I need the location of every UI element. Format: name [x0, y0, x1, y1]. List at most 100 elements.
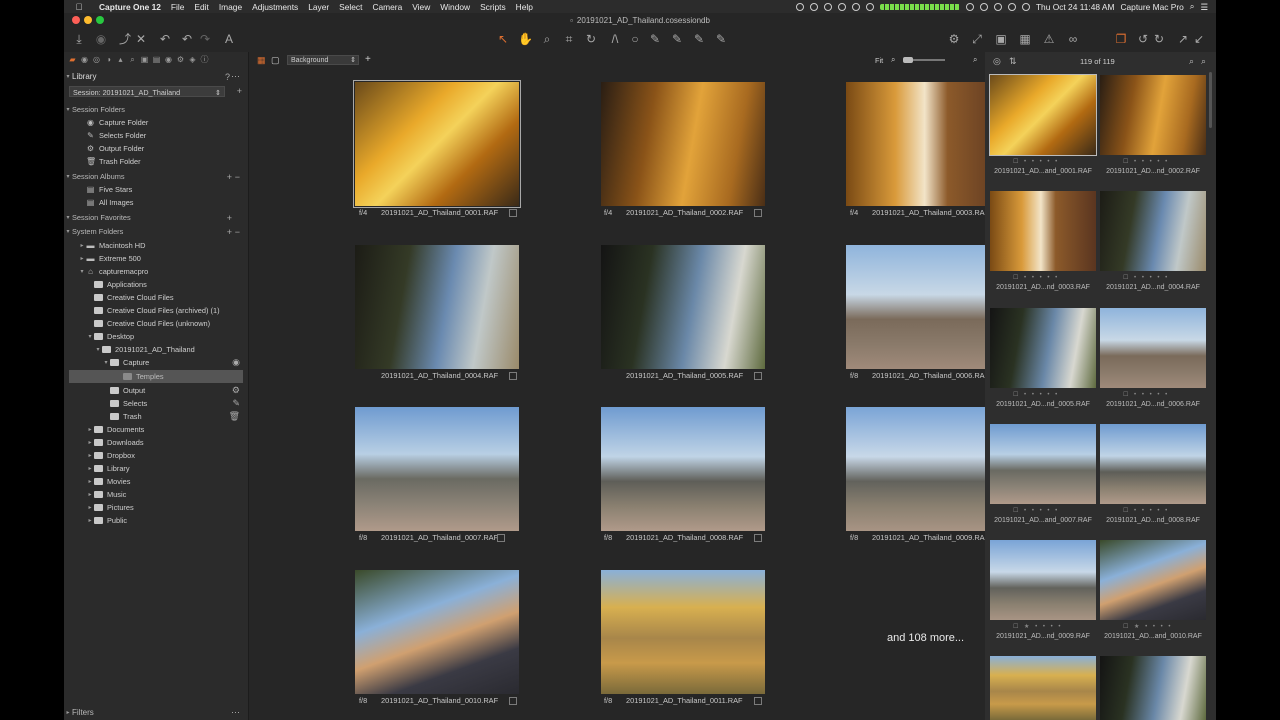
rating-stars[interactable]: ☐ • • • • • [1123, 158, 1169, 165]
record-status-icon[interactable] [809, 2, 818, 11]
apply-icon[interactable]: ↻ [1152, 32, 1166, 46]
batch-tab-icon[interactable]: ◈ [188, 55, 197, 64]
rating-stars[interactable]: ☐ • • • • • [1123, 274, 1169, 281]
background-select[interactable]: Background ⇕ [287, 55, 359, 65]
tree-extreme-500[interactable]: ▸ ▬ Extreme 500 [64, 252, 248, 265]
tree-applications[interactable]: Applications [64, 278, 248, 291]
menu-window[interactable]: Window [435, 2, 475, 12]
session-favorites-header[interactable]: ▾ Session Favorites + [64, 211, 248, 224]
undo-icon[interactable]: ↶ [158, 32, 172, 46]
proof-icon[interactable]: ▣ [994, 32, 1008, 46]
collapse-icon[interactable]: ▾ [64, 228, 72, 235]
collapse-icon[interactable]: ▾ [64, 73, 72, 80]
info-tab-icon[interactable]: ⓘ [200, 55, 209, 64]
rating-stars[interactable]: ☐ ★ • • • • [1013, 623, 1063, 630]
chevron-down-icon[interactable]: ▾ [78, 268, 86, 275]
tree-selects[interactable]: Selects ✎ [64, 397, 248, 410]
session-select[interactable]: Session: 20191021_AD_Thailand ⇕ [69, 86, 225, 97]
slider-handle[interactable] [903, 57, 913, 63]
shield-status-icon[interactable] [851, 2, 860, 11]
tree-trash[interactable]: Trash 🗑 [64, 410, 248, 423]
select-checkbox[interactable] [754, 372, 762, 380]
tree-output[interactable]: Output ⚙ [64, 384, 248, 397]
menu-select[interactable]: Select [334, 2, 367, 12]
remove-album-icon[interactable]: − [235, 172, 240, 182]
chevron-right-icon[interactable]: ▸ [86, 504, 94, 511]
scrollbar[interactable] [1209, 72, 1212, 128]
copy-adjustments-icon[interactable]: ❐ [1114, 32, 1128, 46]
chevron-down-icon[interactable]: ▾ [94, 346, 102, 353]
menu-edit[interactable]: Edit [189, 2, 213, 12]
menu-layer[interactable]: Layer [303, 2, 334, 12]
filmstrip-thumb-0008[interactable] [1100, 424, 1206, 504]
menu-file[interactable]: File [166, 2, 190, 12]
thumbnail-0010[interactable] [355, 570, 519, 694]
library-tab-icon[interactable]: ▰ [68, 55, 77, 64]
menu-clock[interactable]: Thu Oct 24 11:48 AM [1036, 2, 1115, 12]
select-checkbox[interactable] [754, 697, 762, 705]
undo-history-icon[interactable]: ↶ [180, 32, 194, 46]
add-folder-icon[interactable]: + [227, 227, 232, 237]
menu-app[interactable]: Capture One 12 [94, 2, 166, 12]
import-icon[interactable]: ⤓ [72, 32, 86, 46]
brush-tool-icon[interactable]: ✎ [670, 32, 684, 46]
session-folder-trash[interactable]: 🗑 Trash Folder [64, 155, 248, 168]
warning-icon[interactable]: ⚠ [1042, 32, 1056, 46]
thumbnail-0005[interactable] [601, 245, 765, 369]
menu-list-icon[interactable]: ☰ [1200, 2, 1208, 12]
filmstrip-thumb-0004[interactable] [1100, 191, 1206, 271]
rating-stars[interactable]: ☐ • • • • • [1013, 158, 1059, 165]
select-checkbox[interactable] [509, 209, 517, 217]
sort-icon[interactable]: ⇅ [1009, 56, 1017, 67]
chevron-right-icon[interactable]: ▸ [64, 709, 72, 716]
collapse-icon[interactable]: ▾ [64, 106, 72, 113]
redo-icon[interactable]: ↷ [198, 32, 212, 46]
fullscreen-icon[interactable]: ⤢ [970, 32, 984, 46]
filmstrip-thumb-0007[interactable] [990, 424, 1096, 504]
cpu-meter-icon[interactable] [879, 3, 960, 10]
chevron-right-icon[interactable]: ▸ [78, 255, 86, 262]
thumbnail-0011[interactable] [601, 570, 765, 694]
zoom-fit-label[interactable]: Fit [875, 56, 883, 65]
menu-image[interactable]: Image [214, 2, 247, 12]
select-checkbox[interactable] [754, 209, 762, 217]
metadata-tab-icon[interactable]: ◉ [164, 55, 173, 64]
search-icon[interactable]: ⌕ [973, 55, 977, 65]
select-checkbox[interactable] [509, 372, 517, 380]
filmstrip-thumb-0001[interactable] [989, 74, 1097, 156]
add-favorite-icon[interactable]: + [227, 213, 232, 223]
tree-documents[interactable]: ▸ Documents [64, 423, 248, 436]
battery-icon[interactable] [1021, 2, 1030, 11]
tree-macintosh-hd[interactable]: ▸ ▬ Macintosh HD [64, 239, 248, 252]
select-checkbox[interactable] [509, 697, 517, 705]
eye-icon[interactable]: ◎ [993, 56, 1001, 67]
grid-icon[interactable]: ▦ [1018, 32, 1032, 46]
spotlight-icon[interactable]: ⌕ [1190, 1, 1195, 12]
reset-icon[interactable]: ↺ [1136, 32, 1150, 46]
tree-creative-cloud[interactable]: Creative Cloud Files [64, 291, 248, 304]
tree-capture[interactable]: ▾ Capture ◉ [64, 356, 248, 369]
chevron-right-icon[interactable]: ▸ [86, 491, 94, 498]
tree-temples[interactable]: Temples [69, 370, 243, 383]
grid-view-icon[interactable]: ▦ [257, 55, 266, 66]
export-icon[interactable]: ⤴ [118, 32, 132, 46]
select-cursor-icon[interactable]: ↖ [496, 32, 510, 46]
search-icon[interactable]: ⌕ [1189, 56, 1194, 67]
rating-stars[interactable]: ☐ • • • • • [1123, 507, 1169, 514]
filmstrip-thumb-0003[interactable] [990, 191, 1096, 271]
menu-help[interactable]: Help [511, 2, 538, 12]
remove-folder-icon[interactable]: − [235, 227, 240, 237]
tree-pictures[interactable]: ▸ Pictures [64, 501, 248, 514]
expand-icon[interactable]: ↗ [1176, 32, 1190, 46]
album-five-stars[interactable]: ▤ Five Stars [64, 183, 248, 196]
chevron-right-icon[interactable]: ▸ [86, 517, 94, 524]
filmstrip-thumb-0006[interactable] [1100, 308, 1206, 388]
glasses-icon[interactable]: ∞ [1066, 32, 1080, 46]
chevron-right-icon[interactable]: ▸ [86, 465, 94, 472]
thumbnail-0008[interactable] [601, 407, 765, 531]
collapse-icon[interactable]: ▾ [64, 173, 72, 180]
filmstrip-thumb-0002[interactable] [1100, 75, 1206, 155]
tree-public[interactable]: ▸ Public [64, 514, 248, 527]
color-tab-icon[interactable]: ◑ [104, 55, 113, 64]
more-icon[interactable]: ⋯ [231, 707, 240, 718]
